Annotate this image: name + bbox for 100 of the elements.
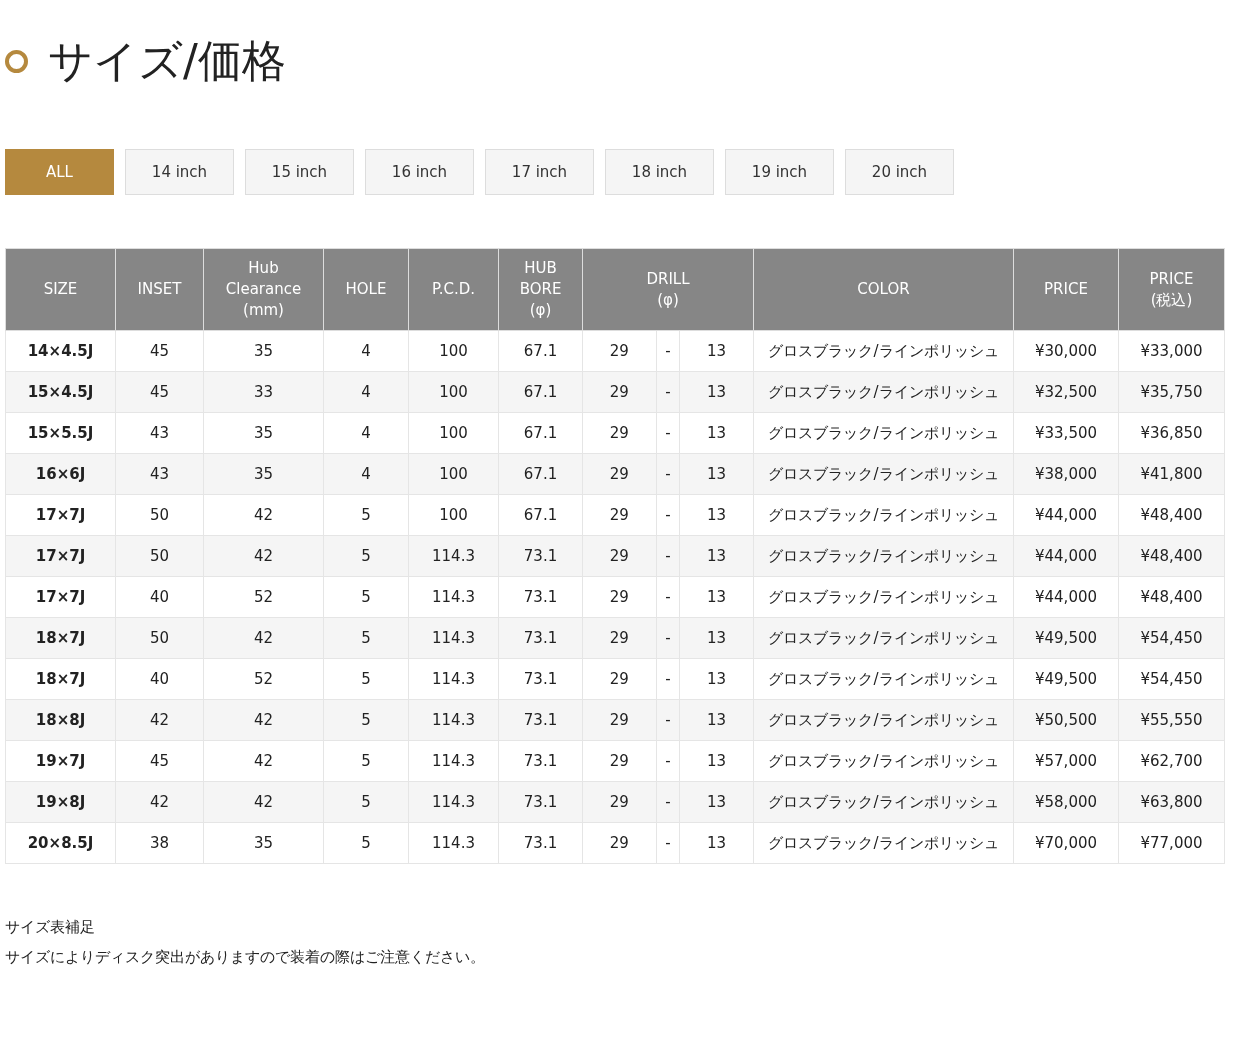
size-filter-tab[interactable]: 14 inch xyxy=(125,149,234,195)
table-cell: グロスブラック/ラインポリッシュ xyxy=(753,453,1014,495)
table-cell: 29 xyxy=(582,576,657,618)
table-cell: - xyxy=(656,453,680,495)
table-cell: ¥49,500 xyxy=(1013,658,1119,700)
size-cell: 15×4.5J xyxy=(5,371,116,413)
table-cell: ¥48,400 xyxy=(1118,494,1225,536)
table-cell: 35 xyxy=(203,330,324,372)
table-cell: 114.3 xyxy=(408,822,499,864)
table-cell: 4 xyxy=(323,453,409,495)
table-cell: 4 xyxy=(323,330,409,372)
table-cell: 40 xyxy=(115,576,204,618)
size-filter-tab[interactable]: 20 inch xyxy=(845,149,954,195)
size-cell: 19×8J xyxy=(5,781,116,823)
table-cell: 40 xyxy=(115,658,204,700)
table-cell: 13 xyxy=(679,740,754,782)
page-title: サイズ/価格 xyxy=(48,39,286,83)
table-cell: ¥77,000 xyxy=(1118,822,1225,864)
size-filter-tab[interactable]: 16 inch xyxy=(365,149,474,195)
size-filter-tab[interactable]: 19 inch xyxy=(725,149,834,195)
table-cell: グロスブラック/ラインポリッシュ xyxy=(753,822,1014,864)
table-cell: 114.3 xyxy=(408,658,499,700)
table-cell: 5 xyxy=(323,740,409,782)
size-cell: 17×7J xyxy=(5,576,116,618)
column-header: PRICE xyxy=(1013,248,1119,331)
table-cell: ¥38,000 xyxy=(1013,453,1119,495)
table-cell: 5 xyxy=(323,494,409,536)
column-header: COLOR xyxy=(753,248,1014,331)
size-cell: 18×7J xyxy=(5,617,116,659)
table-cell: 100 xyxy=(408,453,499,495)
table-cell: 42 xyxy=(203,740,324,782)
table-cell: ¥49,500 xyxy=(1013,617,1119,659)
table-cell: 13 xyxy=(679,330,754,372)
table-cell: ¥57,000 xyxy=(1013,740,1119,782)
table-cell: ¥36,850 xyxy=(1118,412,1225,454)
table-cell: 114.3 xyxy=(408,699,499,741)
table-cell: 73.1 xyxy=(498,576,583,618)
table-cell: 67.1 xyxy=(498,330,583,372)
table-cell: 73.1 xyxy=(498,781,583,823)
table-cell: ¥50,500 xyxy=(1013,699,1119,741)
table-cell: ¥44,000 xyxy=(1013,494,1119,536)
table-cell: - xyxy=(656,412,680,454)
table-cell: ¥41,800 xyxy=(1118,453,1225,495)
table-cell: ¥35,750 xyxy=(1118,371,1225,413)
table-cell: - xyxy=(656,822,680,864)
table-cell: 5 xyxy=(323,617,409,659)
table-cell: - xyxy=(656,535,680,577)
column-header: HUB BORE (φ) xyxy=(498,248,583,331)
table-cell: ¥44,000 xyxy=(1013,576,1119,618)
table-cell: 42 xyxy=(203,494,324,536)
table-cell: 73.1 xyxy=(498,617,583,659)
table-cell: 114.3 xyxy=(408,576,499,618)
table-cell: ¥58,000 xyxy=(1013,781,1119,823)
table-cell: 5 xyxy=(323,781,409,823)
table-cell: ¥30,000 xyxy=(1013,330,1119,372)
size-filter-tab[interactable]: 15 inch xyxy=(245,149,354,195)
table-cell: 100 xyxy=(408,330,499,372)
column-header: HOLE xyxy=(323,248,409,331)
table-cell: 13 xyxy=(679,781,754,823)
table-cell: - xyxy=(656,494,680,536)
table-cell: - xyxy=(656,330,680,372)
table-cell: 13 xyxy=(679,453,754,495)
table-cell: 73.1 xyxy=(498,740,583,782)
table-cell: 5 xyxy=(323,658,409,700)
table-cell: 42 xyxy=(203,699,324,741)
table-cell: 35 xyxy=(203,453,324,495)
table-cell: 13 xyxy=(679,822,754,864)
table-cell: 13 xyxy=(679,494,754,536)
table-cell: 73.1 xyxy=(498,535,583,577)
table-cell: 29 xyxy=(582,658,657,700)
table-cell: グロスブラック/ラインポリッシュ xyxy=(753,371,1014,413)
table-cell: 67.1 xyxy=(498,371,583,413)
table-cell: ¥33,000 xyxy=(1118,330,1225,372)
table-cell: 29 xyxy=(582,453,657,495)
column-header: DRILL (φ) xyxy=(582,248,754,331)
table-cell: 38 xyxy=(115,822,204,864)
table-cell: 33 xyxy=(203,371,324,413)
size-filter-tab[interactable]: 17 inch xyxy=(485,149,594,195)
table-cell: 45 xyxy=(115,330,204,372)
table-cell: グロスブラック/ラインポリッシュ xyxy=(753,781,1014,823)
table-cell: - xyxy=(656,699,680,741)
table-cell: 67.1 xyxy=(498,494,583,536)
table-cell: 73.1 xyxy=(498,658,583,700)
table-cell: 42 xyxy=(115,699,204,741)
size-cell: 18×7J xyxy=(5,658,116,700)
column-header: Hub Clearance (mm) xyxy=(203,248,324,331)
table-cell: 29 xyxy=(582,740,657,782)
table-cell: 45 xyxy=(115,371,204,413)
size-filter-tab[interactable]: 18 inch xyxy=(605,149,714,195)
table-cell: - xyxy=(656,617,680,659)
table-cell: 13 xyxy=(679,371,754,413)
column-header: P.C.D. xyxy=(408,248,499,331)
table-cell: ¥55,550 xyxy=(1118,699,1225,741)
table-cell: - xyxy=(656,576,680,618)
table-cell: 29 xyxy=(582,617,657,659)
size-cell: 18×8J xyxy=(5,699,116,741)
table-cell: 67.1 xyxy=(498,453,583,495)
table-cell: 5 xyxy=(323,576,409,618)
table-cell: - xyxy=(656,371,680,413)
table-cell: 35 xyxy=(203,412,324,454)
